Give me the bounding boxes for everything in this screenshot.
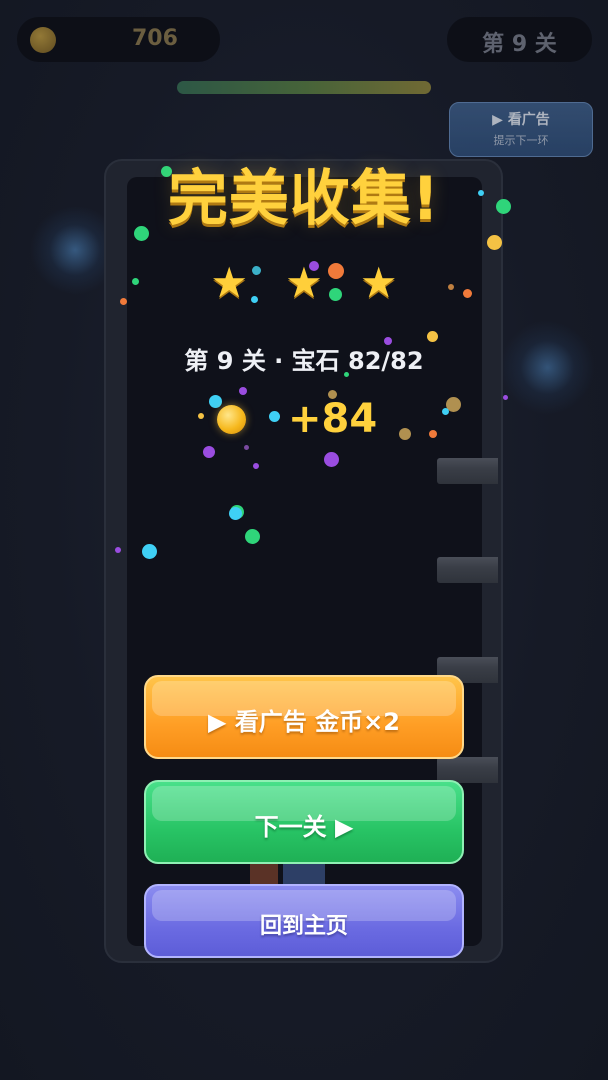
confetti-dot <box>203 446 215 458</box>
star-icon: ★ <box>285 258 323 307</box>
home-button[interactable]: 回到主页 <box>144 884 464 958</box>
coin-counter: 706 <box>17 17 220 62</box>
tube-ledge <box>437 458 498 484</box>
confetti-dot <box>229 507 242 520</box>
confetti-dot <box>253 463 259 469</box>
level-progress-bar <box>177 81 431 94</box>
confetti-dot <box>239 387 247 395</box>
level-summary: 第 9 关 · 宝石 82/82 <box>184 347 424 375</box>
confetti-dot <box>324 452 339 467</box>
next-level-button[interactable]: 下一关 ▶ <box>144 780 464 864</box>
hint-ad-label: ▶ 看广告 <box>492 112 550 128</box>
confetti-dot <box>487 235 502 250</box>
star-rating: ★ ★ ★ <box>0 262 608 304</box>
watch-ad-double-coins-button[interactable]: ▶ 看广告 金币×2 <box>144 675 464 759</box>
coin-reward: +84 <box>0 396 608 446</box>
level-label: 第 9 关 <box>482 32 557 57</box>
confetti-dot <box>115 547 121 553</box>
confetti-dot <box>245 529 260 544</box>
coin-count: 706 <box>132 26 178 51</box>
game-block <box>283 864 325 884</box>
level-indicator: 第 9 关 <box>447 17 592 62</box>
game-block <box>250 864 278 884</box>
star-icon: ★ <box>210 258 249 307</box>
watch-ad-label: ▶ 看广告 金币×2 <box>208 708 400 736</box>
confetti-dot <box>142 544 157 559</box>
home-label: 回到主页 <box>259 914 348 939</box>
coin-icon <box>217 405 246 434</box>
hint-ad-sublabel: 提示下一环 <box>493 134 549 147</box>
tube-ledge <box>437 557 498 583</box>
reward-amount: +84 <box>288 396 378 442</box>
hint-ad-button[interactable]: ▶ 看广告 提示下一环 <box>449 102 593 157</box>
result-title: 完美收集! <box>167 164 441 234</box>
star-icon: ★ <box>359 258 398 307</box>
next-level-label: 下一关 ▶ <box>254 813 354 841</box>
game-screen: 706 第 9 关 ▶ 看广告 提示下一环 完美收集! ★ ★ ★ 第 9 关 … <box>0 0 608 1080</box>
